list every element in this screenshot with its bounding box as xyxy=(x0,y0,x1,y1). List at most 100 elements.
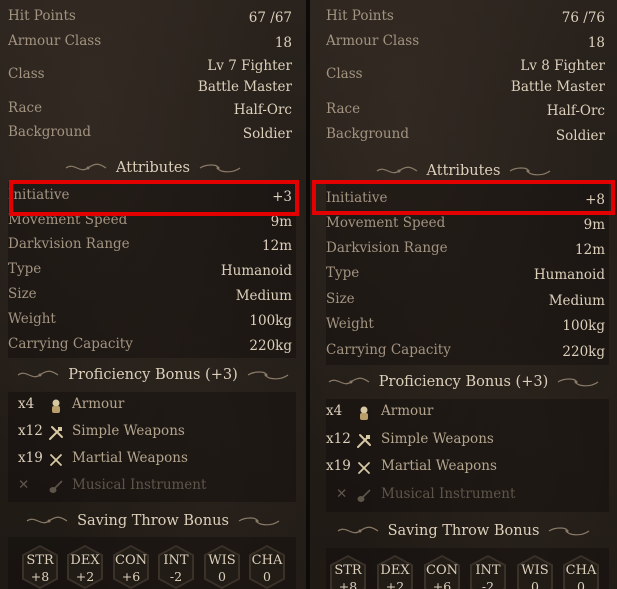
flourish-right-icon xyxy=(556,376,600,388)
musical-instrument-icon xyxy=(48,479,64,495)
proficiency-label: Simple Weapons xyxy=(381,431,494,447)
attributes-title: Attributes xyxy=(116,160,190,176)
saving-throw-header: Saving Throw Bonus xyxy=(0,511,306,531)
carrying-capacity-label: Carrying Capacity xyxy=(326,342,451,358)
proficiency-label: Simple Weapons xyxy=(72,423,185,439)
martial-weapons-icon xyxy=(48,452,64,468)
proficiency-count: x4 xyxy=(18,396,35,412)
weight-row: Weight 100kg xyxy=(310,316,617,337)
proficiency-martial-weapons[interactable]: x19 Martial Weapons xyxy=(310,458,617,480)
size-row: Size Medium xyxy=(310,291,617,312)
ability-name: DEX xyxy=(70,553,100,568)
proficiency-title: Proficiency Bonus (+3) xyxy=(68,367,238,383)
musical-instrument-icon xyxy=(356,488,372,504)
type-value: Humanoid xyxy=(220,263,292,279)
ability-bonus: -2 xyxy=(481,579,495,589)
saving-throw-str[interactable]: STR +8 xyxy=(330,555,366,589)
no-proficiency-icon: ✕ xyxy=(336,486,348,502)
hit-points-row: Hit Points 76 /76 xyxy=(310,8,617,29)
saving-throw-cha[interactable]: CHA 0 xyxy=(249,545,285,589)
flourish-right-icon xyxy=(237,515,281,527)
proficiency-count: x19 xyxy=(326,458,351,474)
proficiency-label: Martial Weapons xyxy=(72,450,188,466)
saving-throw-cha[interactable]: CHA 0 xyxy=(563,555,599,589)
proficiency-martial-weapons[interactable]: x19 Martial Weapons xyxy=(0,450,306,472)
darkvision-label: Darkvision Range xyxy=(326,240,448,256)
saving-throw-wis[interactable]: WIS 0 xyxy=(204,545,240,589)
carrying-capacity-value: 220kg xyxy=(249,338,292,354)
carrying-capacity-row: Carrying Capacity 220kg xyxy=(0,336,306,357)
ability-name: CHA xyxy=(251,553,283,568)
class-label: Class xyxy=(8,66,45,82)
proficiency-title: Proficiency Bonus (+3) xyxy=(378,374,549,390)
class-row: Class Lv 8 Fighter Battle Master xyxy=(310,56,617,98)
type-label: Type xyxy=(326,265,360,281)
armour-class-label: Armour Class xyxy=(326,33,420,49)
proficiency-musical-instrument[interactable]: ✕ Musical Instrument xyxy=(0,477,306,499)
saving-throw-con[interactable]: CON +6 xyxy=(424,555,460,589)
proficiency-count: x4 xyxy=(326,403,343,419)
proficiency-simple-weapons[interactable]: x12 Simple Weapons xyxy=(310,431,617,453)
ability-name: INT xyxy=(163,553,189,568)
ability-bonus: +2 xyxy=(385,579,405,589)
ability-bonus: +6 xyxy=(121,569,141,584)
saving-throw-header: Saving Throw Bonus xyxy=(310,521,617,541)
race-row: Race Half-Orc xyxy=(310,101,617,122)
type-row: Type Humanoid xyxy=(310,265,617,286)
saving-throw-dex[interactable]: DEX +2 xyxy=(67,545,103,589)
darkvision-value: 12m xyxy=(575,242,605,258)
carrying-capacity-row: Carrying Capacity 220kg xyxy=(310,342,617,363)
martial-weapons-icon xyxy=(356,460,372,476)
proficiency-armour[interactable]: x4 Armour xyxy=(310,403,617,425)
armour-class-value: 18 xyxy=(587,35,605,51)
saving-throw-int[interactable]: INT -2 xyxy=(470,555,506,589)
weight-row: Weight 100kg xyxy=(0,311,306,332)
weight-value: 100kg xyxy=(249,313,292,329)
saving-throw-dex[interactable]: DEX +2 xyxy=(377,555,413,589)
type-value: Humanoid xyxy=(533,267,605,283)
weight-value: 100kg xyxy=(562,318,605,334)
proficiency-label: Martial Weapons xyxy=(381,458,497,474)
saving-throw-wis[interactable]: WIS 0 xyxy=(517,555,553,589)
ability-name: INT xyxy=(475,563,501,578)
flourish-right-icon xyxy=(198,162,242,174)
simple-weapons-icon xyxy=(356,433,372,449)
ability-bonus: +8 xyxy=(338,579,358,589)
carrying-capacity-label: Carrying Capacity xyxy=(8,336,133,352)
class-value: Lv 7 Fighter Battle Master xyxy=(197,58,292,95)
proficiency-count: x12 xyxy=(18,423,43,439)
movement-speed-value: 9m xyxy=(583,217,605,233)
simple-weapons-icon xyxy=(48,425,64,441)
ability-bonus: +8 xyxy=(30,569,50,584)
armour-class-value: 18 xyxy=(274,35,292,51)
weight-label: Weight xyxy=(8,311,56,327)
saving-throw-str[interactable]: STR +8 xyxy=(22,545,58,589)
flourish-right-icon xyxy=(246,369,290,381)
saving-throw-con[interactable]: CON +6 xyxy=(113,545,149,589)
character-sheet-panel-right: Hit Points 76 /76 Armour Class 18 Class … xyxy=(310,0,617,589)
initiative-label: Initiative xyxy=(326,190,388,206)
size-value: Medium xyxy=(548,293,605,309)
flourish-left-icon xyxy=(16,369,60,381)
flourish-left-icon xyxy=(327,376,371,388)
type-label: Type xyxy=(8,261,42,277)
attributes-title: Attributes xyxy=(426,163,501,179)
race-value: Half-Orc xyxy=(546,103,605,119)
hit-points-value: 76 /76 xyxy=(561,10,605,26)
flourish-left-icon xyxy=(64,162,108,174)
proficiency-armour[interactable]: x4 Armour xyxy=(0,396,306,418)
ability-name: STR xyxy=(26,553,54,568)
proficiency-musical-instrument[interactable]: ✕ Musical Instrument xyxy=(310,486,617,508)
background-value: Soldier xyxy=(555,128,605,144)
race-label: Race xyxy=(326,101,361,117)
ability-name: STR xyxy=(334,563,362,578)
proficiency-label: Armour xyxy=(72,396,125,412)
background-label: Background xyxy=(8,124,91,140)
initiative-label: Initiative xyxy=(8,187,70,203)
ability-bonus: +6 xyxy=(432,579,452,589)
ability-name: CHA xyxy=(565,563,597,578)
proficiency-simple-weapons[interactable]: x12 Simple Weapons xyxy=(0,423,306,445)
saving-throw-int[interactable]: INT -2 xyxy=(158,545,194,589)
flourish-left-icon xyxy=(375,165,419,177)
movement-speed-label: Movement Speed xyxy=(8,212,128,228)
